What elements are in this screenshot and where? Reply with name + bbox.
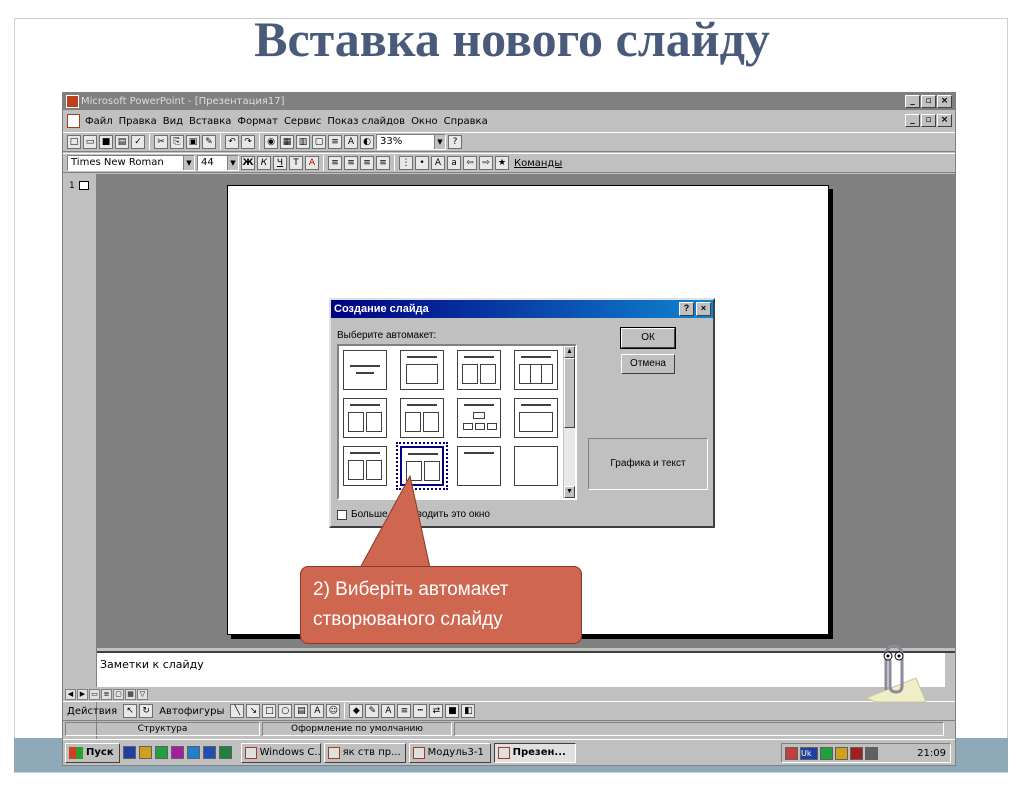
callout-line-2: створюваного слайду <box>313 609 503 630</box>
office-assistant-clippy-icon[interactable] <box>866 638 926 702</box>
callout-line-1: 2) Виберіть автомакет <box>313 579 509 600</box>
callout-arrow-shape <box>359 474 431 569</box>
callout-box: 2) Виберіть автомакет створюваного слайд… <box>300 566 582 644</box>
